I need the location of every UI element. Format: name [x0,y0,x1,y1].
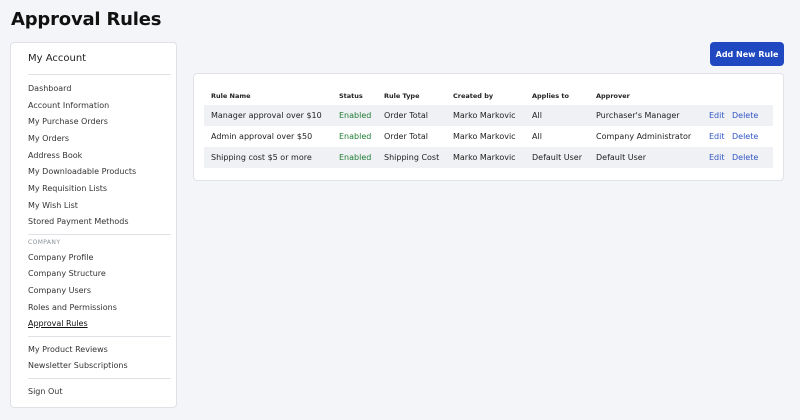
account-sidebar: My Account Dashboard Account Information… [10,42,177,408]
add-new-rule-button[interactable]: Add New Rule [710,42,784,66]
sidebar-item-wish-list[interactable]: My Wish List [28,201,78,210]
sidebar-item-stored-payment-methods[interactable]: Stored Payment Methods [28,217,129,226]
created-by-cell: Marko Markovic [453,153,516,162]
sign-out-link[interactable]: Sign Out [28,387,63,396]
sidebar-item-approval-rules[interactable]: Approval Rules [28,319,88,328]
column-header-rule-type: Rule Type [384,92,420,100]
sidebar-item-newsletter-subscriptions[interactable]: Newsletter Subscriptions [28,361,128,370]
rule-name-cell: Manager approval over $10 [211,111,322,120]
sidebar-divider [28,74,171,75]
created-by-cell: Marko Markovic [453,132,516,141]
sidebar-item-product-reviews[interactable]: My Product Reviews [28,345,108,354]
column-header-rule-name: Rule Name [211,92,251,100]
column-header-created-by: Created by [453,92,494,100]
sidebar-item-downloadable-products[interactable]: My Downloadable Products [28,167,136,176]
status-cell: Enabled [339,111,372,120]
delete-link[interactable]: Delete [732,111,758,120]
sidebar-item-roles-permissions[interactable]: Roles and Permissions [28,303,117,312]
column-header-status: Status [339,92,363,100]
rule-type-cell: Order Total [384,132,428,141]
table-row: Manager approval over $10 Enabled Order … [204,105,773,126]
sidebar-item-requisition-lists[interactable]: My Requisition Lists [28,184,107,193]
column-header-applies-to: Applies to [532,92,569,100]
approver-cell: Company Administrator [596,132,692,141]
rule-name-cell: Shipping cost $5 or more [211,153,312,162]
sidebar-item-address-book[interactable]: Address Book [28,151,82,160]
sidebar-divider [28,336,171,337]
applies-to-cell: All [532,111,542,120]
delete-link[interactable]: Delete [732,153,758,162]
edit-link[interactable]: Edit [709,153,725,162]
created-by-cell: Marko Markovic [453,111,516,120]
page-title: Approval Rules [11,9,162,30]
sidebar-divider [28,378,171,379]
status-cell: Enabled [339,153,372,162]
approval-rules-table: Rule Name Status Rule Type Created by Ap… [193,73,784,181]
sidebar-item-purchase-orders[interactable]: My Purchase Orders [28,117,108,126]
sidebar-item-company-users[interactable]: Company Users [28,286,91,295]
delete-link[interactable]: Delete [732,132,758,141]
company-section-heading: COMPANY [28,239,61,246]
approver-cell: Default User [596,153,647,162]
sidebar-item-orders[interactable]: My Orders [28,134,69,143]
applies-to-cell: Default User [532,153,583,162]
sidebar-item-account-information[interactable]: Account Information [28,101,109,110]
table-row: Admin approval over $50 Enabled Order To… [204,126,773,147]
rule-type-cell: Shipping Cost [384,153,440,162]
rule-type-cell: Order Total [384,111,428,120]
sidebar-heading: My Account [28,53,87,64]
edit-link[interactable]: Edit [709,132,725,141]
edit-link[interactable]: Edit [709,111,725,120]
sidebar-divider [28,234,171,235]
status-cell: Enabled [339,132,372,141]
approver-cell: Purchaser's Manager [596,111,680,120]
rule-name-cell: Admin approval over $50 [211,132,313,141]
sidebar-item-dashboard[interactable]: Dashboard [28,84,71,93]
sidebar-item-company-structure[interactable]: Company Structure [28,269,106,278]
applies-to-cell: All [532,132,542,141]
table-row: Shipping cost $5 or more Enabled Shippin… [204,147,773,168]
column-header-approver: Approver [596,92,630,100]
sidebar-item-company-profile[interactable]: Company Profile [28,253,93,262]
